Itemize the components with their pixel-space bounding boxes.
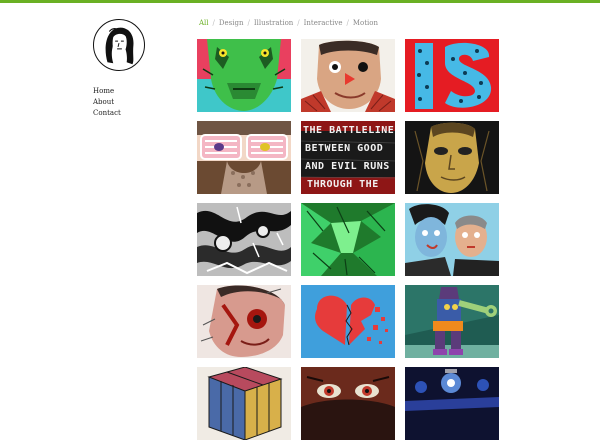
tile-clown-face[interactable] <box>301 39 395 112</box>
tile-is-lettering[interactable] <box>405 39 499 112</box>
battleline-line-2: BETWEEN GOOD <box>305 143 383 154</box>
tile-red-eyes[interactable] <box>301 367 395 440</box>
tile-bw-abstract[interactable] <box>197 203 291 276</box>
tile-painted-face[interactable] <box>197 285 291 358</box>
category-filter-bar: All / Design / Illustration / Interactive / Moti… <box>199 19 378 27</box>
filter-interactive[interactable]: Interactive <box>304 19 343 27</box>
tile-mosaic-cube[interactable] <box>197 367 291 440</box>
battleline-line-3: AND EVIL RUNS <box>305 161 390 172</box>
filter-separator: / <box>346 19 349 27</box>
top-accent-bar <box>0 0 600 3</box>
tile-couple-portrait[interactable] <box>405 203 499 276</box>
battleline-line-1: THE BATTLELINE <box>303 125 394 136</box>
filter-separator: / <box>297 19 300 27</box>
nav-item-about[interactable]: About <box>93 97 121 108</box>
tile-blue-lights[interactable] <box>405 367 499 440</box>
main-nav: Home About Contact <box>93 86 121 119</box>
tile-green-abstract[interactable] <box>301 203 395 276</box>
filter-separator: / <box>212 19 215 27</box>
tile-glasses-man[interactable] <box>197 121 291 194</box>
filter-illustration[interactable]: Illustration <box>254 19 293 27</box>
tile-green-creature[interactable] <box>197 39 291 112</box>
battleline-line-4: THROUGH THE <box>307 179 379 190</box>
tile-broken-heart[interactable] <box>301 285 395 358</box>
filter-motion[interactable]: Motion <box>353 19 378 27</box>
nav-item-home[interactable]: Home <box>93 86 121 97</box>
tile-robot-wrench[interactable] <box>405 285 499 358</box>
nav-item-contact[interactable]: Contact <box>93 108 121 119</box>
filter-all[interactable]: All <box>199 19 209 27</box>
filter-separator: / <box>247 19 250 27</box>
tile-golden-mask[interactable] <box>405 121 499 194</box>
logo-portrait-icon[interactable] <box>93 19 145 71</box>
filter-design[interactable]: Design <box>219 19 244 27</box>
tile-battleline-text[interactable]: THE BATTLELINE BETWEEN GOOD AND EVIL RUN… <box>301 121 395 194</box>
